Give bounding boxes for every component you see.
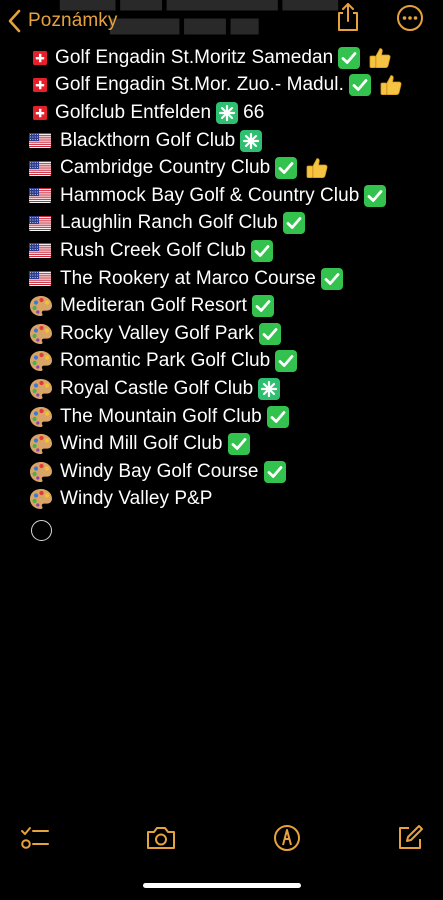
list-item[interactable]: Hammock Bay Golf & Country Club [29,182,433,210]
list-item[interactable]: Romantic Park Golf Club [29,348,433,376]
check-mark-button-icon [250,239,273,262]
check-mark-button-icon [364,184,387,207]
camera-icon [145,825,177,856]
us-flag-icon [29,243,60,259]
list-item[interactable]: Windy Valley P&P [29,486,433,514]
eight-spoked-asterisk-icon [258,377,281,400]
artist-palette-icon [29,406,60,428]
checklist-icon [20,825,50,856]
list-item-text: Rocky Valley Golf Park [60,322,254,344]
list-item[interactable]: Blackthorn Golf Club [29,127,433,155]
check-mark-button-icon [263,460,286,483]
list-item[interactable]: Rush Creek Golf Club [29,237,433,265]
list-item-text: Golfclub Entfelden [55,101,212,123]
list-item-text: The Rookery at Marco Course [60,267,316,289]
list-item-text: Golf Engadin St.Moritz Samedan [55,46,334,68]
check-mark-button-icon [275,350,298,373]
thumbs-up-icon [379,73,403,97]
eight-spoked-asterisk-icon [240,129,263,152]
markup-pen-icon [273,824,301,857]
markup-button[interactable] [270,823,304,857]
share-button[interactable] [331,2,365,36]
list-item[interactable]: Rocky Valley Golf Park [29,320,433,348]
check-mark-button-icon [251,295,274,318]
eight-spoked-asterisk-icon [216,101,239,124]
list-item-text: Windy Bay Golf Course [60,460,259,482]
us-flag-icon [29,133,60,149]
camera-button[interactable] [144,823,178,857]
check-mark-button-icon [266,405,289,428]
share-icon [335,1,361,38]
artist-palette-icon [29,488,60,510]
check-mark-button-icon [227,433,250,456]
thumbs-up-icon [368,46,392,70]
more-button[interactable] [393,3,427,37]
check-mark-button-icon [348,74,371,97]
swiss-flag-icon [29,105,55,120]
us-flag-icon [29,188,60,204]
list-item[interactable]: Windy Bay Golf Course [29,458,433,486]
check-mark-button-icon [320,267,343,290]
artist-palette-icon [29,461,60,483]
back-button-label: Poznámky [28,10,118,31]
navigation-bar: ▆▆▆▆ ▆▆▆ ▆▆▆▆▆▆▆▆ ▆▆▆▆ ▆▆▆▆▆ ▆▆▆ ▆▆ Pozn… [0,0,443,42]
list-item-suffix: 66 [243,101,265,123]
artist-palette-icon [29,295,60,317]
list-item-text: Cambridge Country Club [60,157,271,179]
list-item-text: Blackthorn Golf Club [60,129,236,151]
list-item-text: Mediteran Golf Resort [60,295,247,317]
list-item[interactable]: Golf Engadin St.Mor. Zuo.- Madul. [29,72,433,100]
list-item-text: Hammock Bay Golf & Country Club [60,184,360,206]
us-flag-icon [29,215,60,231]
list-item-text: Romantic Park Golf Club [60,350,271,372]
list-item-text: Golf Engadin St.Mor. Zuo.- Madul. [55,74,344,96]
check-mark-button-icon [258,322,281,345]
check-mark-button-icon [338,46,361,69]
list-item-text: Laughlin Ranch Golf Club [60,212,278,234]
artist-palette-icon [29,350,60,372]
home-indicator[interactable] [143,883,301,888]
check-mark-button-icon [275,157,298,180]
us-flag-icon [29,160,60,176]
list-item[interactable]: Laughlin Ranch Golf Club [29,210,433,238]
chevron-left-icon [8,9,22,33]
checklist-button[interactable] [18,823,52,857]
swiss-flag-icon [29,50,55,65]
swiss-flag-icon [29,78,55,93]
list-item[interactable]: Mediteran Golf Resort [29,292,433,320]
artist-palette-icon [29,323,60,345]
back-button[interactable]: Poznámky [8,6,118,36]
ellipsis-circle-icon [396,4,424,37]
thumbs-up-icon [305,156,329,180]
list-item-text: The Mountain Golf Club [60,405,262,427]
artist-palette-icon [29,433,60,455]
list-item-text: Rush Creek Golf Club [60,239,246,261]
list-item[interactable]: The Rookery at Marco Course [29,265,433,293]
empty-checkbox-circle-icon[interactable] [31,520,52,541]
list-item[interactable]: The Mountain Golf Club [29,403,433,431]
list-item[interactable]: Golf Engadin St.Moritz Samedan [29,44,433,72]
list-item[interactable]: Golfclub Entfelden 66 [29,99,433,127]
list-item-text: Royal Castle Golf Club [60,377,254,399]
scrolled-content-ghost: ▆▆▆▆▆ ▆▆▆ ▆▆ [110,14,259,34]
list-item[interactable]: Royal Castle Golf Club [29,375,433,403]
list-item[interactable]: Cambridge Country Club [29,154,433,182]
compose-button[interactable] [393,823,427,857]
us-flag-icon [29,271,60,287]
note-body[interactable]: Golf Engadin St.Moritz Samedan Golf Enga… [29,44,433,513]
list-item-text: Wind Mill Golf Club [60,433,223,455]
list-item[interactable]: Wind Mill Golf Club [29,430,433,458]
compose-icon [396,824,424,857]
bottom-toolbar [0,820,443,860]
list-item-text: Windy Valley P&P [60,488,213,510]
check-mark-button-icon [282,212,305,235]
artist-palette-icon [29,378,60,400]
